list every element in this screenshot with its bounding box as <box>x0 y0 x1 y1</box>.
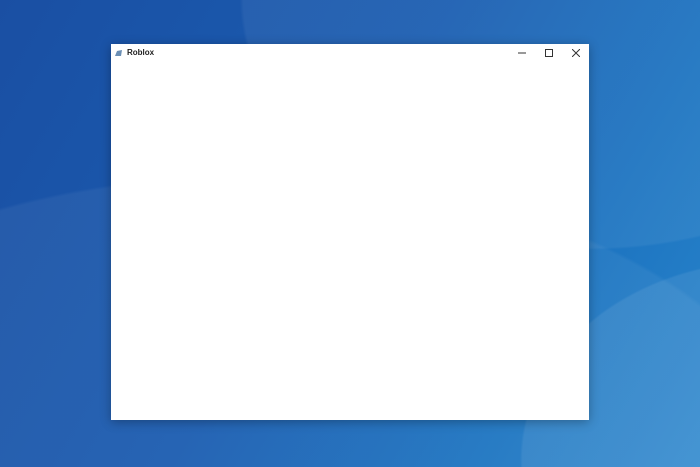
close-icon <box>571 48 580 57</box>
maximize-icon <box>544 48 553 57</box>
maximize-button[interactable] <box>535 44 562 61</box>
window-title: Roblox <box>127 48 155 57</box>
title-bar[interactable]: Roblox <box>111 44 589 61</box>
roblox-icon <box>115 49 122 56</box>
minimize-button[interactable] <box>508 44 535 61</box>
window-content <box>111 61 589 420</box>
close-button[interactable] <box>562 44 589 61</box>
roblox-window[interactable]: Roblox <box>111 44 589 420</box>
minimize-icon <box>517 52 526 53</box>
